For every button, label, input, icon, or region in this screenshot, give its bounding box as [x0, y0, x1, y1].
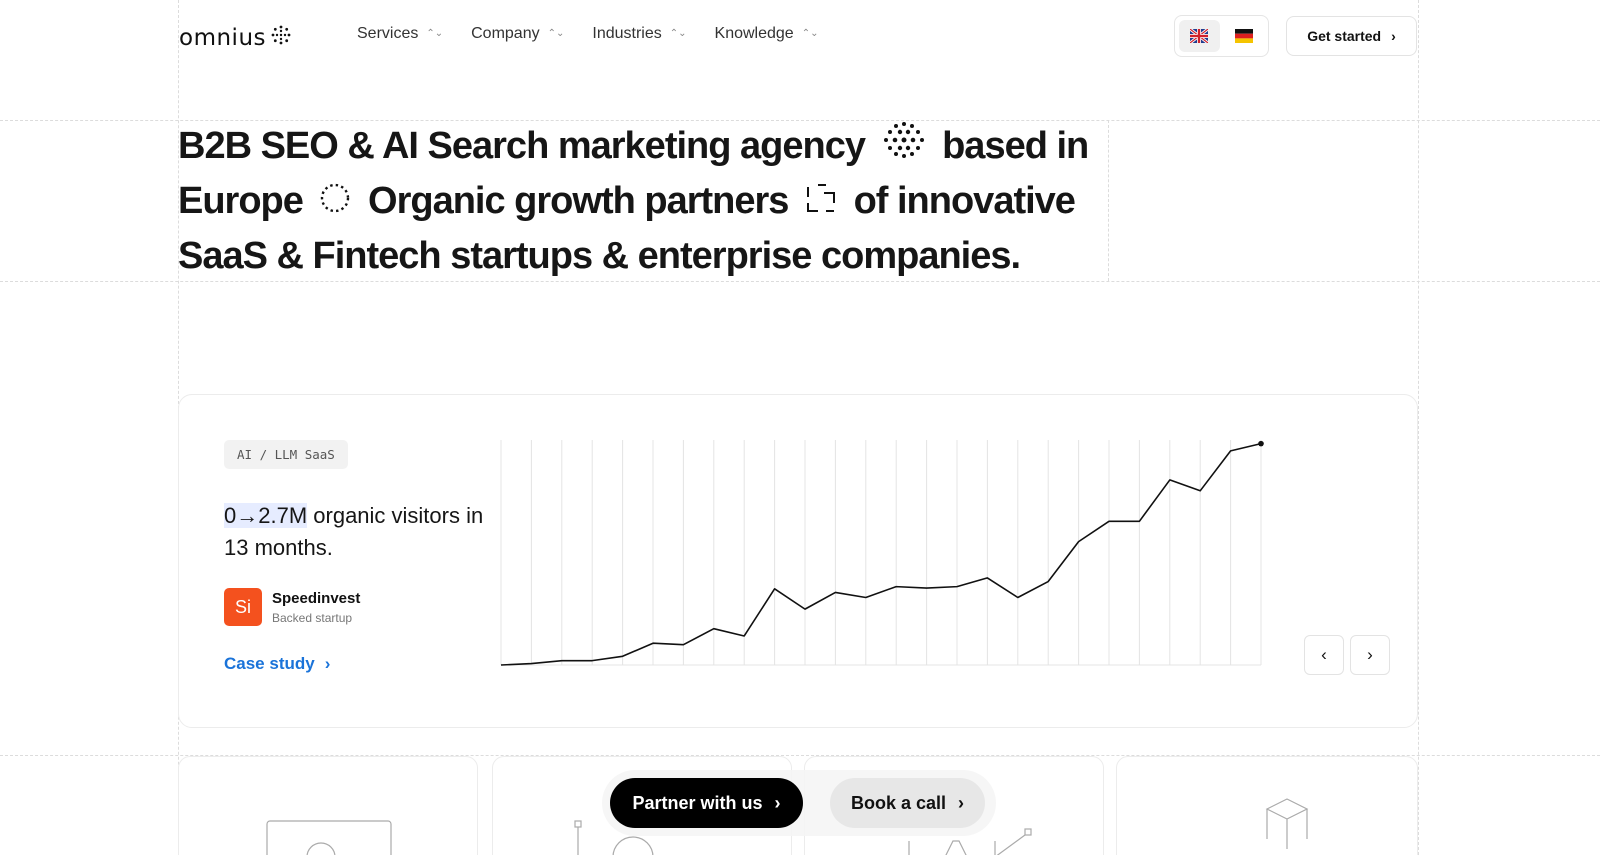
partner-with-us-button[interactable]: Partner with us ›	[610, 778, 803, 828]
nav-services[interactable]: Services ⌃⌄	[357, 25, 443, 43]
hero-text: Organic growth partners	[368, 180, 789, 223]
feature-card[interactable]	[1116, 756, 1418, 855]
chevron-updown-icon: ⌃⌄	[547, 28, 565, 39]
guide-line	[1108, 120, 1109, 281]
get-started-label: Get started	[1307, 28, 1382, 44]
category-tag: AI / LLM SaaS	[224, 440, 348, 469]
company-name: Speedinvest	[272, 589, 361, 607]
hero-text: B2B SEO & AI Search marketing agency	[178, 125, 866, 167]
logo-mark-icon	[270, 24, 292, 51]
nav-label: Company	[471, 25, 540, 42]
chevron-updown-icon: ⌃⌄	[669, 28, 687, 39]
company-subtitle: Backed startup	[272, 610, 353, 625]
language-switcher	[1174, 15, 1269, 57]
company-info: Si Speedinvest Backed startup	[224, 588, 360, 626]
feature-card[interactable]	[178, 756, 478, 855]
company-logo: Si	[224, 588, 262, 626]
de-flag-icon	[1234, 29, 1253, 43]
next-button[interactable]: ›	[1350, 635, 1390, 675]
prev-button[interactable]: ‹	[1304, 635, 1344, 675]
nav-label: Services	[357, 25, 419, 42]
network-nodes-icon	[804, 177, 838, 230]
chevron-updown-icon: ⌃⌄	[426, 28, 444, 39]
browser-illustration-icon	[266, 820, 392, 855]
case-study-card: AI / LLM SaaS 0→2.7M organic visitors in…	[178, 394, 1418, 728]
growth-chart	[500, 440, 1264, 666]
logo[interactable]: omnius	[179, 24, 292, 51]
nav-knowledge[interactable]: Knowledge ⌃⌄	[715, 25, 819, 43]
chart-series-line	[500, 442, 1262, 666]
chevron-right-icon: ›	[774, 792, 781, 813]
chevron-left-icon: ‹	[1321, 645, 1327, 664]
metric-highlight: 0→2.7M	[224, 503, 308, 528]
dotted-circle-icon	[318, 177, 352, 230]
get-started-button[interactable]: Get started ›	[1286, 16, 1417, 56]
uk-flag-icon	[1190, 29, 1209, 43]
main-nav: Services ⌃⌄ Company ⌃⌄ Industries ⌃⌄ Knowle…	[357, 25, 818, 43]
nav-industries[interactable]: Industries ⌃⌄	[592, 25, 686, 43]
case-study-link[interactable]: Case study ›	[224, 654, 330, 674]
chart-point	[1258, 440, 1264, 447]
nav-label: Industries	[592, 25, 662, 42]
chevron-right-icon: ›	[1391, 28, 1396, 44]
logo-text: omnius	[179, 24, 267, 51]
cube-illustration-icon	[1265, 798, 1309, 849]
dot-sphere-icon	[881, 120, 927, 175]
chevron-right-icon: ›	[1367, 645, 1373, 664]
hero-heading: B2B SEO & AI Search marketing agency bas…	[178, 120, 1108, 283]
lang-de-button[interactable]	[1224, 20, 1265, 52]
case-headline: 0→2.7M organic visitors in 13 months.	[224, 500, 494, 564]
partner-label: Partner with us	[632, 792, 763, 813]
lang-en-button[interactable]	[1179, 20, 1220, 52]
chevron-updown-icon: ⌃⌄	[801, 28, 819, 39]
case-study-label: Case study	[224, 654, 315, 673]
guide-line	[1418, 0, 1419, 855]
book-a-call-button[interactable]: Book a call ›	[830, 778, 985, 828]
book-call-label: Book a call	[850, 792, 947, 813]
nav-label: Knowledge	[714, 25, 794, 42]
nav-company[interactable]: Company ⌃⌄	[471, 25, 564, 43]
chevron-right-icon: ›	[958, 792, 965, 813]
chevron-right-icon: ›	[324, 654, 331, 673]
